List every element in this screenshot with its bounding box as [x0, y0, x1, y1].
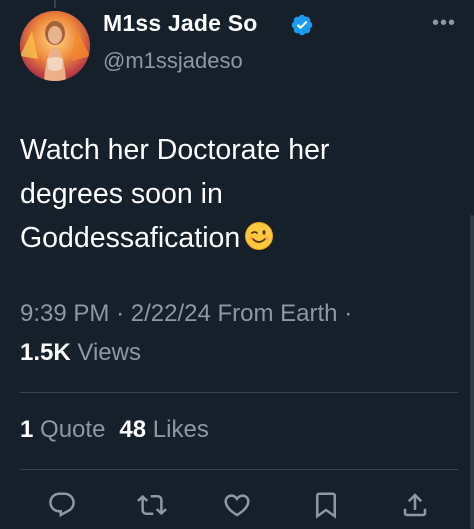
divider [20, 469, 458, 470]
tweet-text-line-3-text: Goddessafication [20, 222, 241, 254]
bookmark-icon[interactable] [311, 490, 341, 520]
likes-label: Likes [152, 416, 209, 443]
views-count[interactable]: 1.5K Views [20, 339, 141, 367]
retweet-icon[interactable] [137, 490, 167, 520]
share-icon[interactable] [400, 490, 430, 520]
meta-separator-trailing: · [344, 300, 353, 327]
verified-badge-icon [291, 14, 313, 36]
likes-stat[interactable]: 48 Likes [119, 416, 208, 443]
tweet-text: Watch her Doctorate her degrees soon in … [20, 128, 440, 260]
display-name[interactable]: M1ss Jade So [103, 10, 258, 37]
views-number: 1.5K [20, 339, 71, 366]
likes-count: 48 [119, 416, 147, 443]
thread-line [54, 0, 56, 8]
tweet-text-line-1: Watch her Doctorate her [20, 134, 330, 166]
divider [20, 392, 458, 393]
meta-separator: · [116, 300, 125, 327]
like-icon[interactable] [222, 490, 252, 520]
winking-face-icon [245, 222, 274, 250]
tweet-meta: 9:39 PM · 2/22/24 From Earth · [20, 300, 352, 328]
author-handle[interactable]: @m1ssjadeso [103, 48, 243, 74]
tweet-source: From Earth [217, 300, 338, 327]
tweet-time[interactable]: 9:39 PM [20, 300, 109, 327]
reply-icon[interactable] [47, 490, 77, 520]
scrollbar[interactable] [470, 215, 474, 529]
engagement-stats: 1 Quote 48 Likes [20, 416, 209, 444]
action-bar [0, 490, 474, 524]
quotes-stat[interactable]: 1 Quote [20, 416, 105, 443]
tweet-date[interactable]: 2/22/24 [131, 300, 211, 327]
views-label: Views [77, 339, 141, 366]
more-icon[interactable]: ••• [432, 13, 456, 33]
tweet-text-line-2: degrees soon in [20, 178, 223, 210]
avatar[interactable] [20, 11, 90, 81]
quotes-count: 1 [20, 416, 34, 443]
quotes-label: Quote [40, 416, 106, 443]
tweet-text-line-3: Goddessafication [20, 216, 440, 260]
